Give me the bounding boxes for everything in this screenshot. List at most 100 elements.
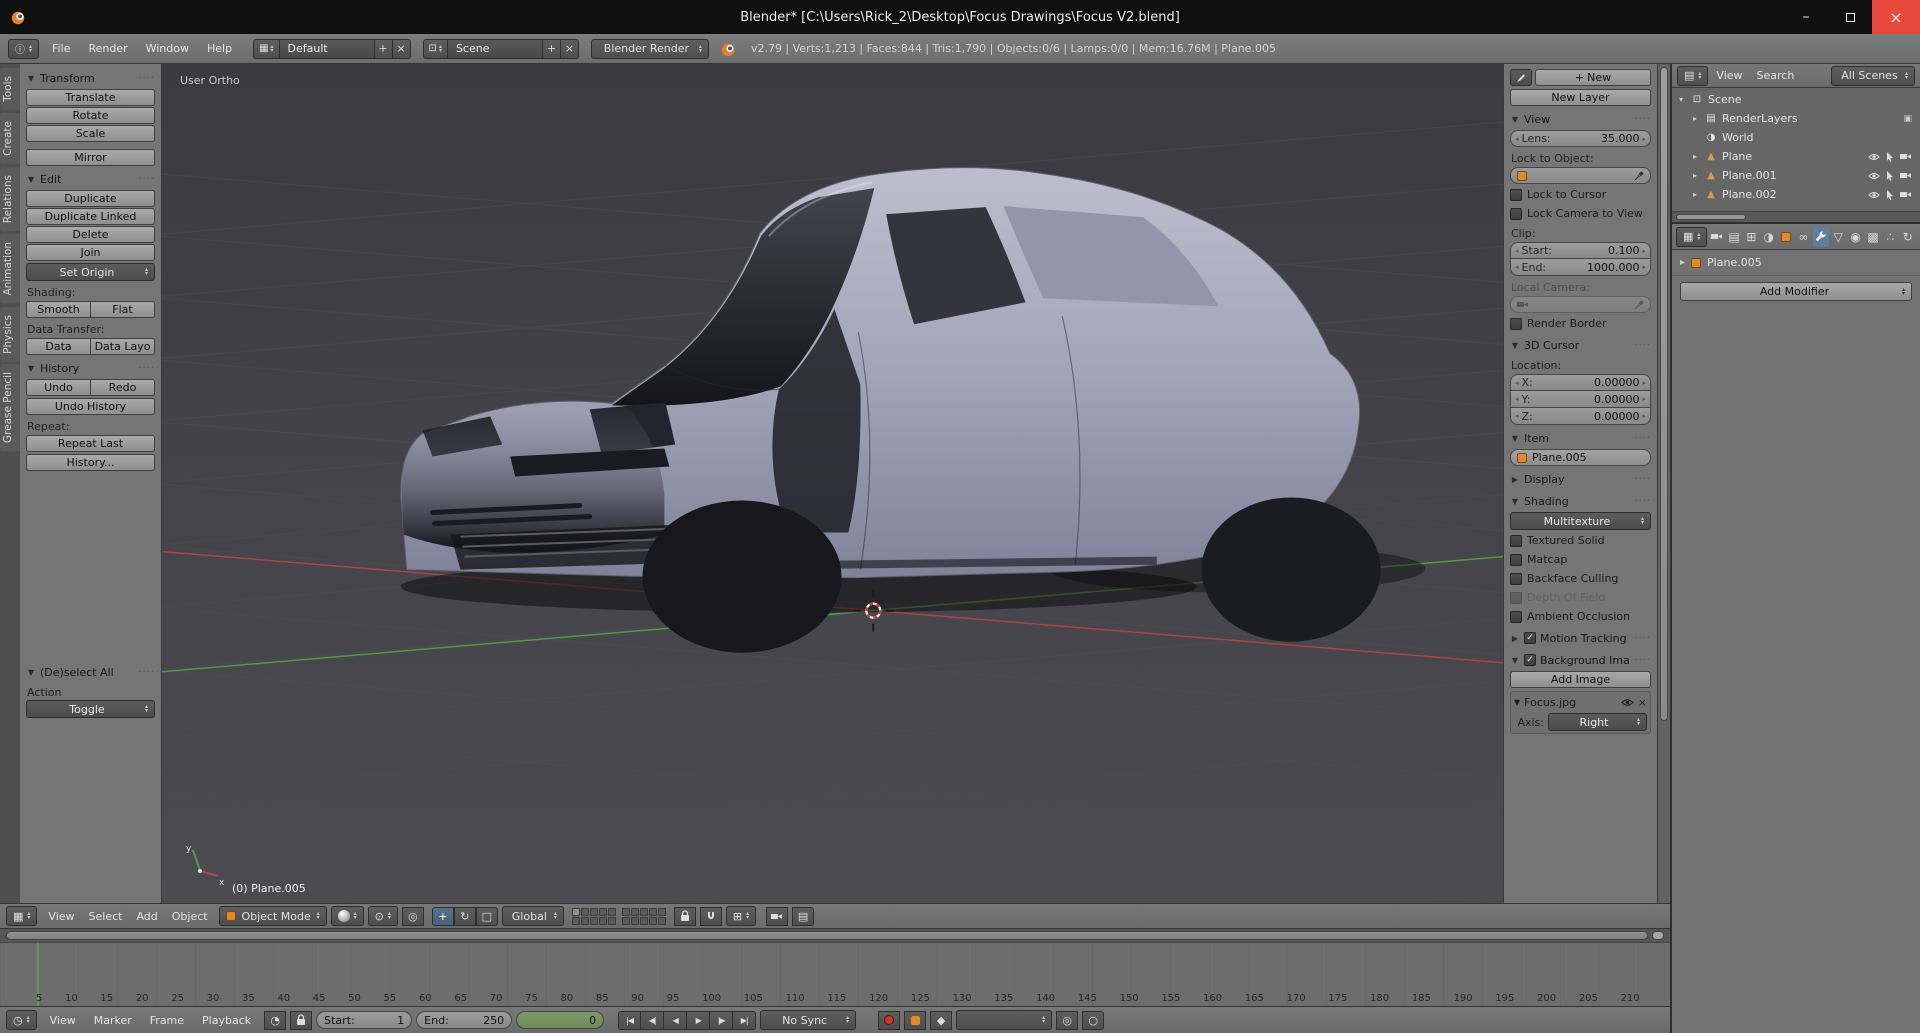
viewport-menu-item[interactable]: Add [129, 910, 164, 923]
layer-cell[interactable] [581, 908, 589, 916]
editor-type-3dview-button[interactable]: ▦▴▾ [6, 906, 37, 926]
menubar-item[interactable]: Help [198, 42, 241, 55]
outliner-row-renderlayers[interactable]: ▸ ▤ RenderLayers ▣ [1676, 109, 1916, 128]
toolshelf-tab[interactable]: Grease Pencil [0, 364, 20, 451]
layer-cell[interactable] [658, 908, 666, 916]
opengl-render-image-button[interactable] [766, 907, 788, 926]
toolshelf-tab[interactable]: Tools [0, 68, 20, 110]
render-engine-select[interactable]: Blender Render▴▾ [591, 39, 709, 59]
outliner-row-scene[interactable]: ▾ ⊡ Scene [1676, 90, 1916, 109]
pointer-icon[interactable] [1886, 152, 1894, 162]
frame-start-field[interactable]: Start:1 [316, 1011, 412, 1029]
auto-keyframe-record-button[interactable] [878, 1011, 900, 1030]
background-images-checkbox[interactable]: ✓ [1524, 654, 1536, 666]
lock-time-toggle[interactable] [290, 1011, 312, 1030]
menubar-item[interactable]: File [43, 42, 79, 55]
render-border-checkbox[interactable] [1510, 318, 1522, 330]
layer-cell[interactable] [649, 917, 657, 925]
active-object-crumb[interactable]: Plane.005 [1707, 256, 1762, 269]
frame-end-field[interactable]: End:250 [416, 1011, 512, 1029]
outliner-row-plane-001[interactable]: ▸ ▲ Plane.001 [1676, 166, 1916, 185]
outliner-row-plane[interactable]: ▸ ▲ Plane [1676, 147, 1916, 166]
repeat-last-button[interactable]: Repeat Last [26, 435, 155, 452]
lock-to-scene-toggle[interactable] [674, 907, 696, 926]
panel-header-shading[interactable]: ▼Shading···· [1510, 491, 1651, 511]
jump-to-start-button[interactable]: |◀ [618, 1011, 641, 1030]
jump-next-keyframe-button[interactable]: |▶ [710, 1011, 733, 1030]
panel-header-history[interactable]: ▼History···· [26, 358, 155, 378]
outliner-row-plane-002[interactable]: ▸ ▲ Plane.002 [1676, 185, 1916, 204]
cursor-z-field[interactable]: ◂Z:0.00000▸ [1510, 408, 1651, 425]
timeline-menu-item[interactable]: View [41, 1014, 85, 1027]
panel-drag-dots[interactable]: ···· [1634, 474, 1651, 485]
edit-tool-button[interactable]: Duplicate Linked [26, 208, 155, 225]
pivot-dropdown[interactable]: ⊙▴▾ [368, 906, 398, 926]
translate-manipulator-toggle[interactable]: + [432, 907, 454, 926]
maximize-button[interactable] [1828, 0, 1872, 34]
play-reverse-button[interactable]: ◀ [664, 1011, 687, 1030]
viewport-menu-item[interactable]: Object [165, 910, 215, 923]
layer-cell[interactable] [622, 917, 630, 925]
panel-header-view[interactable]: ▼View···· [1510, 109, 1651, 129]
tab-modifiers-icon[interactable] [1813, 227, 1829, 247]
tab-constraints-icon[interactable]: ∞ [1795, 227, 1811, 247]
screen-layout-icon[interactable]: ▦▴▾ [253, 39, 278, 59]
shade-flat-button[interactable]: Flat [91, 301, 155, 318]
menubar-item[interactable]: Window [137, 42, 198, 55]
edit-tool-button[interactable]: Delete [26, 226, 155, 243]
timeline-menu-item[interactable]: Frame [141, 1014, 193, 1027]
active-keying-set-field[interactable]: ▴▾ [956, 1010, 1052, 1030]
shade-smooth-button[interactable]: Smooth [26, 301, 91, 318]
editor-type-info-button[interactable]: ⓘ▴▾ [8, 39, 39, 59]
tab-object-icon[interactable] [1778, 227, 1794, 247]
timeline-canvas[interactable]: 5101520253035404550556065707580859095100… [0, 943, 1670, 1006]
layer-cell[interactable] [631, 917, 639, 925]
expand-icon[interactable]: ▸ [1690, 152, 1700, 161]
eyedropper-icon[interactable] [1635, 171, 1644, 180]
use-preview-range-toggle[interactable]: ◔ [264, 1011, 286, 1030]
expand-icon[interactable]: ▸ [1690, 171, 1700, 180]
scene-icon[interactable]: ⊡▴▾ [423, 39, 447, 59]
rotate-manipulator-toggle[interactable]: ↻ [454, 907, 476, 926]
camera-icon[interactable] [1900, 152, 1912, 161]
editor-type-properties-button[interactable]: ▦▴▾ [1676, 227, 1707, 247]
eye-icon[interactable] [1868, 191, 1880, 199]
layer-cell[interactable] [590, 908, 598, 916]
panel-header-display[interactable]: ▶Display···· [1510, 469, 1651, 489]
panel-header-edit[interactable]: ▼Edit···· [26, 169, 155, 189]
add-image-button[interactable]: Add Image [1510, 671, 1651, 688]
layer-cell[interactable] [608, 917, 616, 925]
outliner-hscrollbar[interactable] [1672, 211, 1920, 222]
scrollbar-thumb[interactable] [6, 931, 1648, 940]
snap-element-dropdown[interactable]: ⊞▴▾ [726, 906, 756, 926]
edit-tool-button[interactable]: Join [26, 244, 155, 261]
panel-drag-dots[interactable]: ···· [138, 73, 155, 84]
auto-keying-mode-button[interactable] [904, 1011, 926, 1030]
add-screen-button[interactable]: + [375, 39, 393, 59]
redo-button[interactable]: Redo [91, 379, 155, 396]
outliner-row-world[interactable]: ◑ World [1676, 128, 1916, 147]
insert-keyframe-button[interactable]: ◎ [1056, 1011, 1078, 1030]
panel-header-deselect-all[interactable]: ▼(De)select All···· [26, 662, 155, 682]
layer-cell[interactable] [640, 917, 648, 925]
eye-icon[interactable] [1868, 153, 1880, 161]
scale-manipulator-toggle[interactable]: □ [476, 907, 498, 926]
expand-icon[interactable]: ▸ [1690, 114, 1700, 123]
panel-drag-dots[interactable]: ···· [1634, 433, 1651, 444]
jump-to-end-button[interactable]: ▶| [733, 1011, 756, 1030]
camera-icon[interactable] [1900, 171, 1912, 180]
toolshelf-tab[interactable]: Animation [0, 234, 20, 304]
expand-icon[interactable]: ▸ [1690, 190, 1700, 199]
minimize-button[interactable]: – [1784, 0, 1828, 34]
layer-cell[interactable] [599, 917, 607, 925]
lock-camera-checkbox[interactable] [1510, 208, 1522, 220]
cursor-x-field[interactable]: ◂X:0.00000▸ [1510, 374, 1651, 391]
transform-orientation-dropdown[interactable]: Global▴▾ [502, 906, 564, 926]
undo-history-button[interactable]: Undo History [26, 398, 155, 415]
timeline-scrollbar[interactable] [0, 929, 1670, 943]
n-panel-scrollbar[interactable] [1657, 64, 1670, 903]
data-transfer-data-button[interactable]: Data [26, 338, 91, 355]
tab-data-icon[interactable]: ▽ [1830, 227, 1846, 247]
opengl-render-animation-button[interactable]: ▤ [792, 907, 814, 926]
mode-dropdown[interactable]: Object Mode▴▾ [219, 906, 327, 926]
